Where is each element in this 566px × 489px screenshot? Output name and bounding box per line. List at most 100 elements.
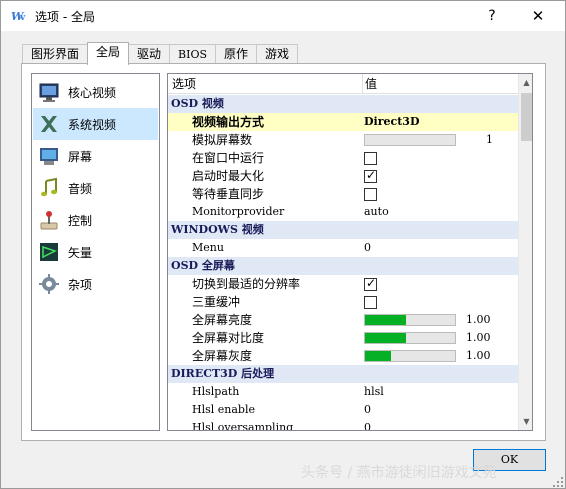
- screens-slider[interactable]: [364, 134, 456, 146]
- tab-gui[interactable]: 图形界面: [22, 44, 89, 65]
- tab-drivers[interactable]: 驱动: [128, 44, 171, 65]
- joystick-icon: [40, 211, 58, 230]
- scroll-up-arrow-icon[interactable]: ▲: [519, 74, 532, 91]
- grid-row-monitorprovider[interactable]: Monitorprovider auto: [168, 203, 518, 221]
- resize-grip-icon[interactable]: [553, 477, 563, 487]
- row-name: 切换到最适的分辨率: [192, 277, 301, 291]
- gear-icon: [39, 274, 59, 294]
- row-value[interactable]: 0: [364, 239, 371, 257]
- grid-row-start-maximized[interactable]: 启动时最大化 ✓: [168, 167, 518, 185]
- music-note-icon: [41, 177, 57, 197]
- options-window: W v 选项 - 全局 ? ✕ 图形界面 全局 驱动 BIOS 原作 游戏 核心…: [0, 0, 566, 489]
- slider-fill: [365, 315, 407, 325]
- row-value[interactable]: Direct3D: [364, 113, 419, 131]
- row-name: Hlsl oversampling: [192, 421, 294, 431]
- category-label: 屏幕: [68, 149, 93, 164]
- grid-row-hlsl-enable[interactable]: Hlsl enable 0: [168, 401, 518, 419]
- row-name: 全屏幕灰度: [192, 349, 253, 363]
- grid-row-contrast[interactable]: 全屏幕对比度 1.00: [168, 329, 518, 347]
- category-screen[interactable]: 屏幕: [33, 140, 158, 172]
- row-name: 视频输出方式: [192, 115, 265, 129]
- column-header-option[interactable]: 选项: [172, 74, 196, 94]
- category-label: 音频: [68, 181, 93, 196]
- brightness-slider[interactable]: [364, 314, 456, 326]
- grid-row-triple-buffer[interactable]: 三重缓冲: [168, 293, 518, 311]
- grid-row-hlslpath[interactable]: Hlslpath hlsl: [168, 383, 518, 401]
- grid-row-run-in-window[interactable]: 在窗口中运行: [168, 149, 518, 167]
- row-name: 全屏幕亮度: [192, 313, 253, 327]
- property-grid: 选项 值 OSD 视频 视频输出方式 Direct3D 模拟屏幕数 1 在窗口中…: [167, 73, 533, 431]
- svg-text:v: v: [19, 13, 26, 23]
- grid-row-switch-resolution[interactable]: 切换到最适的分辨率 ✓: [168, 275, 518, 293]
- x-logo-icon: [41, 116, 57, 132]
- grid-row-brightness[interactable]: 全屏幕亮度 1.00: [168, 311, 518, 329]
- grid-row-num-screens[interactable]: 模拟屏幕数 1: [168, 131, 518, 149]
- row-name: 模拟屏幕数: [192, 133, 253, 147]
- row-value: 1: [486, 133, 493, 146]
- scroll-down-arrow-icon[interactable]: ▼: [519, 413, 532, 430]
- category-vector[interactable]: 矢量: [33, 236, 158, 268]
- help-button[interactable]: ?: [477, 1, 507, 31]
- vertical-scrollbar[interactable]: ▲ ▼: [518, 74, 532, 430]
- tab-bios[interactable]: BIOS: [169, 44, 217, 65]
- category-misc[interactable]: 杂项: [33, 268, 158, 300]
- section-direct3d-post[interactable]: DIRECT3D 后处理: [168, 365, 518, 383]
- category-label: 核心视频: [68, 85, 117, 100]
- app-logo-icon: W v: [11, 10, 26, 23]
- run-in-window-checkbox[interactable]: [364, 152, 377, 165]
- grid-row-wait-vsync[interactable]: 等待垂直同步: [168, 185, 518, 203]
- column-header-value[interactable]: 值: [365, 74, 377, 94]
- row-name: Hlslpath: [192, 385, 240, 398]
- gamma-slider[interactable]: [364, 350, 456, 362]
- switch-resolution-checkbox[interactable]: ✓: [364, 276, 377, 291]
- row-value[interactable]: hlsl: [364, 383, 384, 401]
- row-name: Hlsl enable: [192, 403, 255, 416]
- row-value: 1.00: [466, 313, 491, 326]
- tab-global[interactable]: 全局: [87, 42, 130, 65]
- section-windows-video[interactable]: WINDOWS 视频: [168, 221, 518, 239]
- tab-games[interactable]: 游戏: [256, 44, 299, 65]
- slider-fill: [365, 351, 392, 361]
- monitor-icon: [39, 83, 59, 102]
- section-osd-fullscreen[interactable]: OSD 全屏幕: [168, 257, 518, 275]
- category-core-video[interactable]: 核心视频: [33, 76, 158, 108]
- category-audio[interactable]: 音频: [33, 172, 158, 204]
- triple-buffer-checkbox[interactable]: [364, 296, 377, 309]
- screen-icon: [40, 148, 58, 165]
- start-maximized-checkbox[interactable]: ✓: [364, 168, 377, 183]
- contrast-slider[interactable]: [364, 332, 456, 344]
- category-controls[interactable]: 控制: [33, 204, 158, 236]
- slider-fill: [365, 333, 407, 343]
- close-button[interactable]: ✕: [521, 1, 555, 31]
- row-value: 1.00: [466, 349, 491, 362]
- grid-row-video-output[interactable]: 视频输出方式 Direct3D: [168, 113, 518, 131]
- column-divider[interactable]: [362, 74, 363, 94]
- row-name: Monitorprovider: [192, 205, 285, 218]
- row-value[interactable]: 0: [364, 401, 371, 419]
- grid-header: 选项 值: [168, 74, 518, 94]
- grid-row-hlsl-oversampling[interactable]: Hlsl oversampling 0: [168, 419, 518, 431]
- category-label: 矢量: [68, 245, 93, 260]
- tab-original[interactable]: 原作: [215, 44, 258, 65]
- category-system-video[interactable]: 系统视频: [33, 108, 158, 140]
- title-bar: W v 选项 - 全局 ? ✕: [1, 1, 565, 31]
- row-name: 等待垂直同步: [192, 187, 265, 201]
- row-value: 1.00: [466, 331, 491, 344]
- section-label: OSD 视频: [171, 97, 224, 110]
- grid-row-gamma[interactable]: 全屏幕灰度 1.00: [168, 347, 518, 365]
- row-name: 全屏幕对比度: [192, 331, 265, 345]
- vector-icon: [40, 243, 58, 261]
- scroll-thumb[interactable]: [521, 93, 532, 141]
- row-name: Menu: [192, 241, 224, 254]
- grid-row-menu[interactable]: Menu 0: [168, 239, 518, 257]
- check-mark-icon: ✓: [366, 168, 377, 182]
- section-label: OSD 全屏幕: [171, 259, 235, 272]
- section-label: DIRECT3D 后处理: [171, 367, 275, 380]
- row-value[interactable]: 0: [364, 419, 371, 430]
- row-value[interactable]: auto: [364, 203, 389, 221]
- section-osd-video[interactable]: OSD 视频: [168, 95, 518, 113]
- category-label: 控制: [68, 213, 93, 228]
- wait-vsync-checkbox[interactable]: [364, 188, 377, 201]
- category-label: 杂项: [68, 277, 93, 292]
- category-label: 系统视频: [68, 117, 117, 132]
